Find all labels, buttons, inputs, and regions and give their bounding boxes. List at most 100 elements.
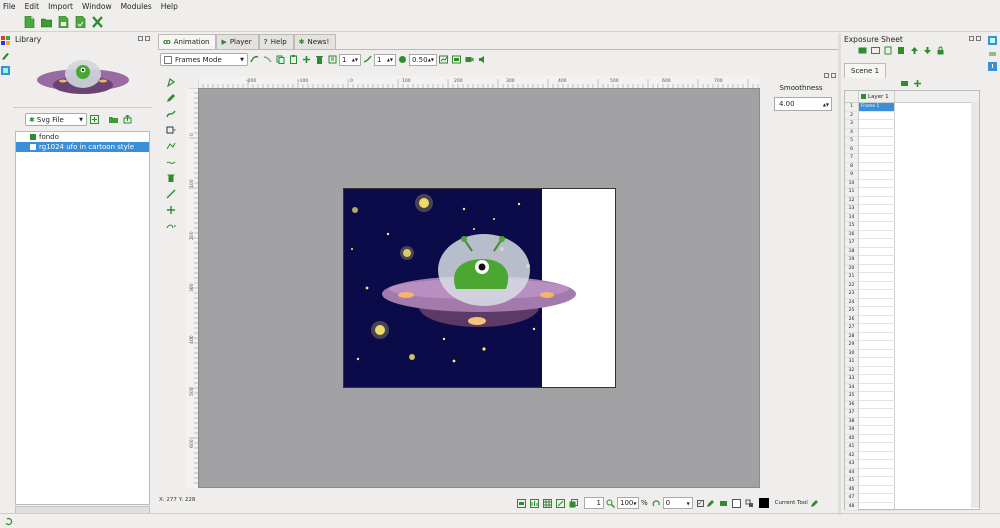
menu-edit[interactable]: Edit [25,2,40,11]
list-item[interactable]: fondo [16,132,149,142]
onion-opacity-spinbox[interactable]: 0.50 ▲▼ [409,53,437,66]
view-mode-2-icon[interactable] [530,498,539,508]
frame-cell[interactable] [859,230,895,239]
new-folder-icon[interactable] [109,115,118,124]
polyline-tool-icon[interactable] [166,141,176,151]
exposure-dock-icon[interactable] [988,36,997,45]
frame-cell[interactable] [859,426,895,435]
frame-cell[interactable] [859,434,895,443]
next-frames-spinbox[interactable]: 1 ▲▼ [374,53,396,66]
menu-import[interactable]: Import [48,2,73,11]
menu-file[interactable]: File [3,2,16,11]
copy-frame-icon[interactable] [276,55,285,64]
float-button[interactable] [824,73,829,78]
frame-cell[interactable] [859,154,895,163]
new-file-icon[interactable] [24,15,35,28]
line-tool-icon[interactable] [166,189,176,199]
zoom-icon[interactable] [606,499,615,508]
clone-icon[interactable] [302,55,311,64]
next-frames-icon[interactable] [363,55,372,64]
shape-tools-icon[interactable] [166,221,176,231]
frame-cell[interactable] [859,120,895,129]
close-project-icon[interactable] [92,15,103,28]
animation-canvas[interactable] [343,188,616,388]
tab-help[interactable]: ? Help [258,34,294,49]
view-mode-4-icon[interactable] [556,498,565,508]
frame-cell[interactable] [859,477,895,486]
onion-forward-icon[interactable] [263,55,272,64]
tab-animation[interactable]: ꝏ Animation [158,34,217,49]
frame-cell[interactable] [859,443,895,452]
frame-cell[interactable] [859,307,895,316]
view-mode-1-icon[interactable] [517,498,526,508]
export-icon[interactable] [123,115,132,124]
properties-dock-icon[interactable] [988,49,997,58]
camera-icon[interactable] [465,55,474,64]
zoom-spinbox[interactable]: 100 ▼ [617,497,639,509]
grid-icon[interactable] [439,55,448,64]
onion-back-icon[interactable] [250,55,259,64]
layer-header[interactable]: Layer 1 [859,91,895,102]
save-icon[interactable] [58,15,69,28]
tab-news[interactable]: ✱ News! [293,34,337,49]
frame-cell[interactable]: Frame 1 [859,103,895,112]
frame-cell[interactable] [859,315,895,324]
frame-cell[interactable] [859,400,895,409]
panel-splitter[interactable] [838,33,841,515]
list-item[interactable]: rg1024 ufo in cartoon style [16,142,149,152]
frame-cell[interactable] [859,341,895,350]
frame-cell[interactable] [859,111,895,120]
frame-cell[interactable] [859,137,895,146]
frame-cell[interactable] [859,468,895,477]
menu-help[interactable]: Help [161,2,178,11]
paste-frame-icon[interactable] [289,55,298,64]
mode-select[interactable]: Frames Mode ▼ [160,53,248,66]
tab-player[interactable]: ▶ Player [216,34,259,49]
pencil-tool-icon[interactable] [166,93,176,103]
frame-spinbox[interactable]: 1 [584,497,604,509]
insert-frame-icon[interactable] [884,46,893,55]
selection-tool-icon[interactable] [166,77,176,87]
frame-cell[interactable] [859,171,895,180]
frame-cell[interactable] [859,222,895,231]
frame-cell[interactable] [859,332,895,341]
close-panel-button[interactable] [976,36,981,41]
frame-cell[interactable] [859,281,895,290]
safe-area-icon[interactable] [452,55,461,64]
file-type-select[interactable]: ✱ Svg File ▼ [25,113,87,126]
frame-cell[interactable] [859,485,895,494]
frame-cell[interactable] [859,247,895,256]
rotation-icon[interactable] [652,499,661,508]
add-point-tool-icon[interactable] [166,205,176,215]
float-button[interactable] [969,36,974,41]
help-dock-icon[interactable] [988,62,997,71]
frame-cell[interactable] [859,494,895,503]
frame-cell[interactable] [859,358,895,367]
frame-cell[interactable] [859,366,895,375]
frame-cell[interactable] [859,188,895,197]
add-frames-icon[interactable] [900,79,909,88]
frame-cell[interactable] [859,409,895,418]
close-panel-button[interactable] [145,36,150,41]
ink-tool-icon[interactable] [166,109,176,119]
float-button[interactable] [138,36,143,41]
frame-cell[interactable] [859,145,895,154]
previous-frames-icon[interactable] [328,55,337,64]
add-item-icon[interactable] [90,115,99,124]
copy-view-icon[interactable] [569,498,578,508]
palette-icon[interactable] [1,36,10,45]
close-panel-button[interactable] [831,73,836,78]
frame-cell[interactable] [859,392,895,401]
frame-cell[interactable] [859,179,895,188]
move-up-icon[interactable] [910,46,919,55]
frame-cell[interactable] [859,205,895,214]
brush-icon[interactable] [1,51,10,60]
add-layer-icon[interactable] [858,46,867,55]
frame-cell[interactable] [859,460,895,469]
frame-cell[interactable] [859,383,895,392]
save-as-icon[interactable] [75,15,86,28]
frame-cell[interactable] [859,162,895,171]
previous-frames-spinbox[interactable]: 1 ▲▼ [339,53,361,66]
menu-window[interactable]: Window [82,2,112,11]
frame-cell[interactable] [859,417,895,426]
